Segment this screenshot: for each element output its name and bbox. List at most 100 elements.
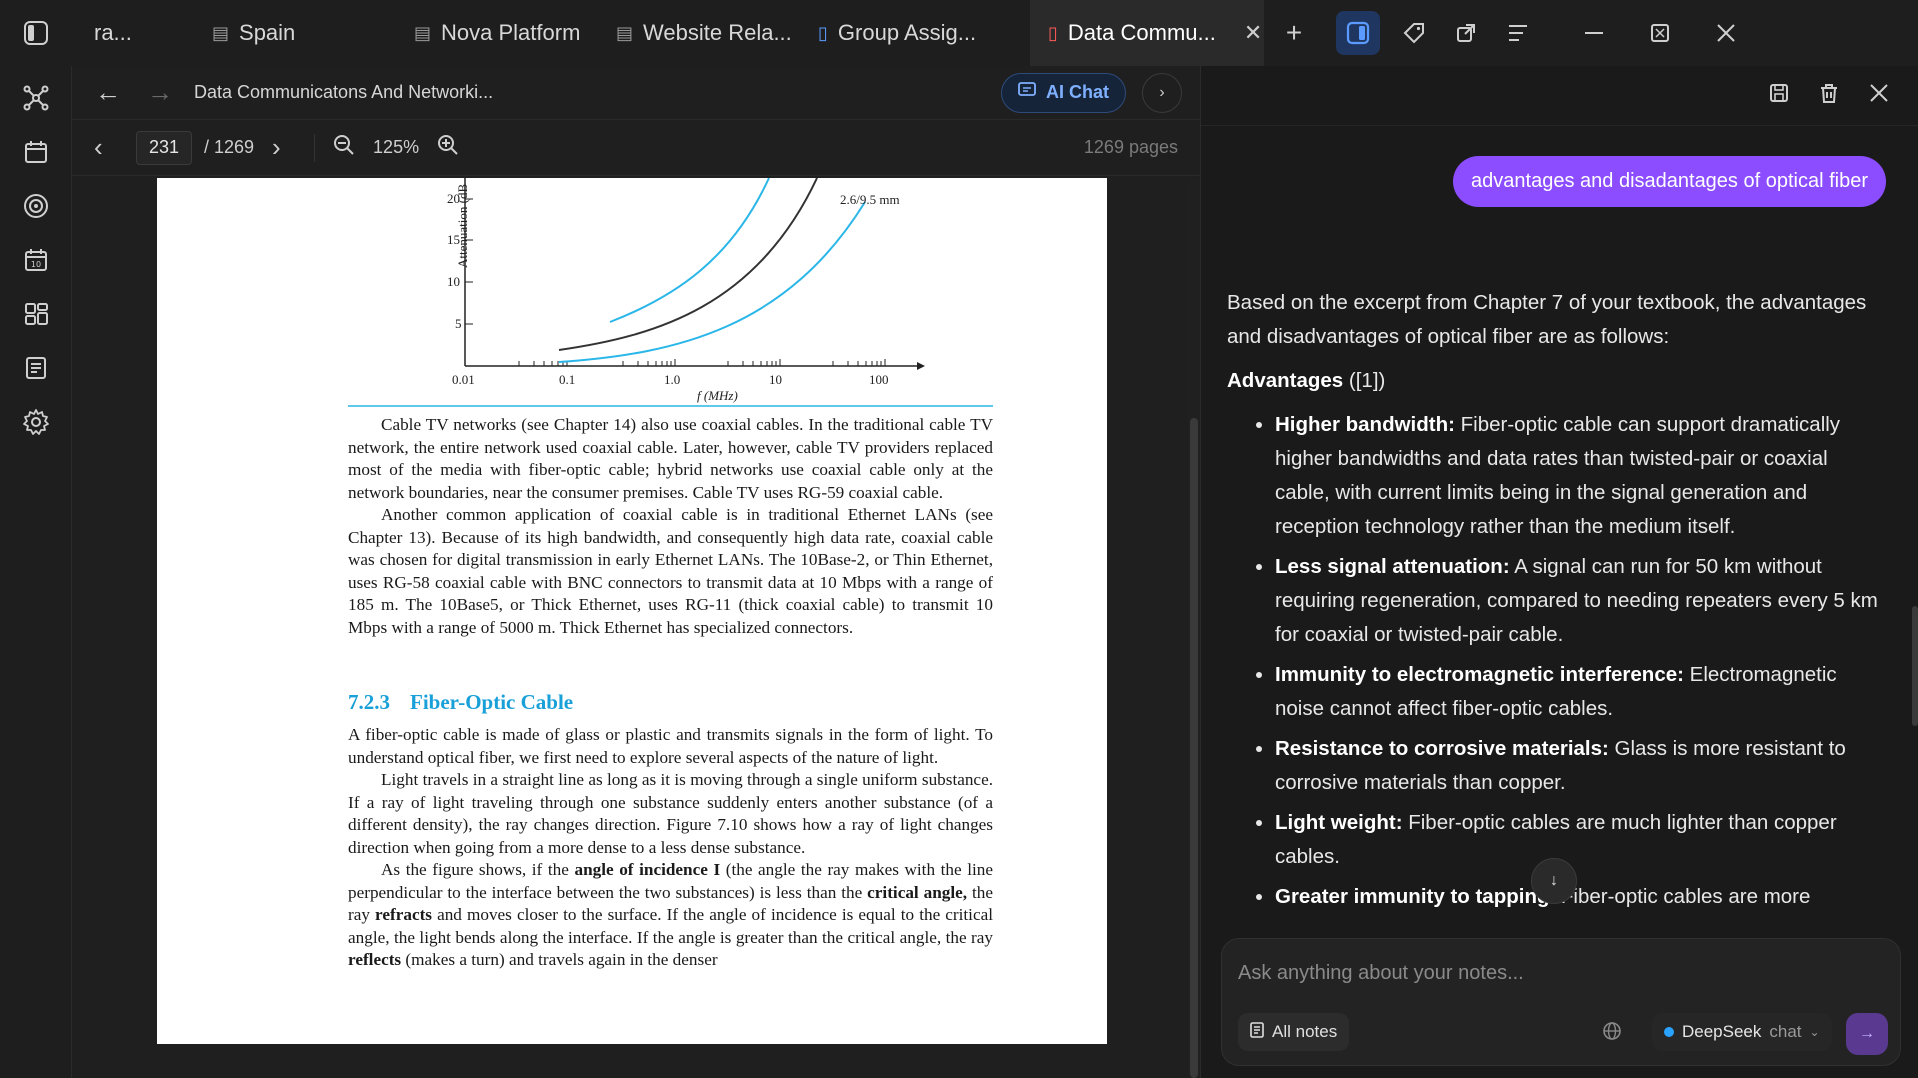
app-window: ra... ▤ Spain ▤ Nova Platform ▤ Website … (0, 0, 1918, 1078)
tab-4[interactable]: ▯ Group Assig... (800, 0, 1030, 66)
chat-header (1201, 66, 1918, 126)
chat-input[interactable] (1238, 953, 1878, 993)
paragraph: Cable TV networks (see Chapter 14) also … (348, 415, 993, 502)
chevron-right-icon[interactable]: › (1142, 72, 1182, 113)
outline-icon[interactable] (1500, 15, 1536, 51)
chat-scrollbar-thumb[interactable] (1912, 606, 1918, 726)
pdf-icon: ▯ (1048, 22, 1058, 43)
new-tab-icon[interactable]: + (1276, 15, 1312, 51)
file-icon: ▯ (818, 22, 828, 43)
pdf-page: Attenuation (dB 20 15 10 5 0.01 0.1 1.0 (157, 178, 1107, 1044)
x-axis-label: f (MHz) (697, 388, 738, 403)
model-name: DeepSeek (1682, 1022, 1762, 1041)
body-text-lower: A fiber-optic cable is made of glass or … (348, 724, 993, 972)
item-title: Resistance to corrosive materials: (1275, 737, 1609, 760)
tab-3[interactable]: ▤ Website Rela... (598, 0, 800, 66)
back-arrow-icon[interactable]: ← (90, 75, 126, 111)
close-icon[interactable] (1868, 82, 1890, 109)
text-run: As the figure shows, if the (381, 860, 575, 879)
graph-icon[interactable] (17, 80, 55, 116)
tab-bar: ra... ▤ Spain ▤ Nova Platform ▤ Website … (0, 0, 1918, 66)
y-tick-label: 5 (455, 316, 462, 331)
tab-2[interactable]: ▤ Nova Platform (396, 0, 598, 66)
next-page-icon[interactable]: › (272, 132, 296, 163)
list-item: Greater immunity to tapping. Fiber-optic… (1275, 880, 1887, 914)
bold-term: critical angle, (867, 882, 968, 902)
tab-label: Group Assig... (837, 20, 977, 45)
restore-icon[interactable] (1642, 15, 1678, 51)
trash-icon[interactable] (1818, 82, 1840, 109)
advantages-heading: Advantages ([1]) (1227, 364, 1887, 398)
x-tick-label: 0.1 (559, 372, 575, 387)
body-text-upper: Cable TV networks (see Chapter 14) also … (348, 414, 993, 639)
close-icon[interactable]: ✕ (1244, 20, 1262, 46)
save-icon[interactable] (1768, 82, 1790, 109)
dashboard-icon[interactable] (17, 296, 55, 332)
document-title: Data Communicatons And Networki... (194, 82, 494, 102)
scope-selector-button[interactable]: All notes (1238, 1013, 1350, 1051)
scrollbar-thumb[interactable] (1190, 418, 1198, 1078)
attenuation-chart: Attenuation (dB 20 15 10 5 0.01 0.1 1.0 (348, 178, 993, 407)
tab-5-active[interactable]: ▯ Data Commu... ✕ (1030, 0, 1264, 66)
citation-ref[interactable]: ([1]) (1343, 369, 1385, 392)
ai-chat-label: AI Chat (1046, 82, 1109, 102)
tab-1[interactable]: ▤ Spain (194, 0, 396, 66)
arrow-down-icon: ↓ (1550, 872, 1558, 889)
response-intro: Based on the excerpt from Chapter 7 of y… (1227, 291, 1867, 348)
split-view-icon[interactable] (1336, 11, 1380, 55)
bold-term: reflects (348, 950, 402, 969)
list-item: Higher bandwidth: Fiber-optic cable can … (1275, 408, 1887, 544)
y-tick-label: 20 (447, 191, 460, 206)
x-axis-arrow (917, 362, 925, 370)
pdf-toolbar: ‹ / 1269 › 125% 1269 pages (72, 120, 1200, 176)
x-ticks: 0.01 0.1 1.0 10 100 (452, 372, 889, 387)
model-mode: chat (1769, 1022, 1802, 1041)
sidebar-toggle-icon[interactable] (18, 15, 54, 51)
open-external-icon[interactable] (1448, 15, 1484, 51)
viewer-scrollbar[interactable] (1188, 178, 1200, 1078)
minimize-icon[interactable] (1576, 15, 1612, 51)
item-title: Light weight: (1275, 811, 1403, 834)
close-window-icon[interactable] (1708, 15, 1744, 51)
note-icon: ▤ (414, 22, 432, 43)
left-rail: 10 (0, 66, 72, 1078)
scope-label: All notes (1272, 1022, 1338, 1041)
tab-0[interactable]: ra... (94, 0, 194, 66)
target-icon[interactable] (17, 188, 55, 224)
y-tick-label: 15 (447, 232, 460, 247)
tab-label: ra... (94, 20, 132, 45)
item-title: Greater immunity to tapping. (1275, 885, 1556, 908)
settings-icon[interactable] (17, 404, 55, 440)
notes-icon[interactable] (17, 350, 55, 386)
zoom-in-icon[interactable] (437, 134, 459, 161)
tab-label: Data Commu... (1067, 20, 1216, 45)
y-tick-label: 10 (447, 274, 460, 289)
pdf-viewer[interactable]: Attenuation (dB 20 15 10 5 0.01 0.1 1.0 (72, 178, 1200, 1078)
model-selector[interactable]: DeepSeek chat ⌄ (1652, 1013, 1832, 1051)
scroll-to-bottom-button[interactable]: ↓ (1531, 858, 1577, 904)
assistant-response: Based on the excerpt from Chapter 7 of y… (1227, 286, 1887, 916)
x-tick-label: 10 (769, 372, 782, 387)
zoom-out-icon[interactable] (333, 134, 355, 161)
calendar-icon[interactable] (17, 134, 55, 170)
send-button[interactable]: → (1846, 1013, 1888, 1055)
window-controls (1576, 0, 1744, 66)
paragraph: Light travels in a straight line as long… (348, 770, 993, 857)
page-total: / 1269 (204, 137, 255, 157)
previous-page-icon[interactable]: ‹ (94, 132, 118, 163)
paragraph: Another common application of coaxial ca… (348, 505, 993, 637)
page-number-input[interactable] (136, 130, 192, 165)
curve-label: 2.6/9.5 mm (840, 192, 900, 207)
tab-label: Spain (239, 20, 296, 45)
section-title: Fiber-Optic Cable (410, 690, 574, 714)
paragraph: As the figure shows, if the angle of inc… (348, 859, 993, 972)
section-heading: 7.2.3 Fiber-Optic Cable (348, 690, 573, 715)
globe-icon[interactable] (1602, 1021, 1622, 1046)
zoom-level: 125% (373, 137, 420, 157)
tab-label: Website Rela... (643, 20, 792, 45)
tag-icon[interactable] (1396, 15, 1432, 51)
forward-arrow-icon[interactable]: → (142, 75, 178, 111)
ai-chat-panel: advantages and disadantages of optical f… (1200, 66, 1918, 1078)
daily-note-icon[interactable]: 10 (17, 242, 55, 278)
ai-chat-button[interactable]: AI Chat (1001, 72, 1126, 113)
